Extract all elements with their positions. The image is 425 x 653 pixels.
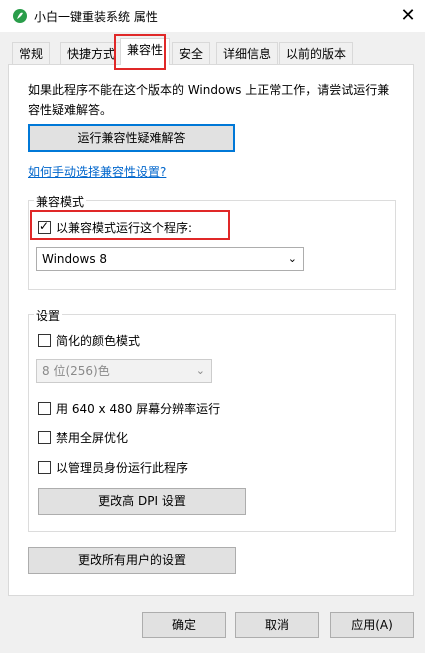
manual-settings-link[interactable]: 如何手动选择兼容性设置? [28,163,166,180]
compat-mode-checkbox[interactable] [38,219,51,234]
run-troubleshooter-button[interactable]: 运行兼容性疑难解答 [28,124,235,152]
reduced-color-label: 简化的颜色模式 [56,334,141,348]
change-dpi-button[interactable]: 更改高 DPI 设置 [38,488,246,515]
info-text: 如果此程序不能在这个版本的 Windows 上正常工作，请尝试运行兼容性疑难解答… [28,83,390,117]
close-button[interactable]: ✕ [396,4,420,28]
tab-label: 常规 [19,47,44,61]
chevron-down-icon: ⌄ [287,252,297,265]
cancel-button[interactable]: 取消 [235,612,319,638]
run-as-admin-label: 以管理员身份运行此程序 [56,461,189,475]
reduced-color-checkbox[interactable] [38,334,51,347]
os-version-value: Windows 8 [42,252,108,266]
tab-label: 快捷方式 [67,47,116,61]
res-640-label: 用 640 x 480 屏幕分辨率运行 [56,402,221,416]
run-as-admin-checkbox[interactable] [38,461,51,474]
all-users-settings-button[interactable]: 更改所有用户的设置 [28,547,236,574]
tab-general[interactable]: 常规 [12,42,51,64]
tab-compatibility[interactable]: 兼容性 [120,38,171,65]
tab-label: 兼容性 [127,43,164,57]
compat-mode-label: 以兼容模式运行这个程序: [56,221,193,235]
apply-button[interactable]: 应用(A) [330,612,414,638]
tab-label: 详细信息 [223,47,272,61]
tab-label: 安全 [179,47,204,61]
tab-label: 以前的版本 [286,47,347,61]
disable-fullscreen-checkbox[interactable] [38,431,51,444]
settings-group-title: 设置 [34,307,63,324]
compat-group-title: 兼容模式 [34,193,87,210]
compat-mode-group [28,200,396,290]
tab-details[interactable]: 详细信息 [216,42,279,64]
ok-button[interactable]: 确定 [142,612,226,638]
tab-security[interactable]: 安全 [172,42,211,64]
title-bar: 小白一键重装系统 属性 ✕ [0,0,425,32]
app-logo-icon [12,8,28,24]
color-depth-select: 8 位(256)色 ⌄ [36,359,212,383]
close-icon: ✕ [400,5,416,26]
chevron-down-icon: ⌄ [195,364,205,377]
color-depth-value: 8 位(256)色 [42,364,110,378]
os-version-select[interactable]: Windows 8 ⌄ [36,247,304,271]
tab-previous-versions[interactable]: 以前的版本 [279,42,354,64]
window-title: 小白一键重装系统 属性 [34,10,158,24]
tab-shortcut[interactable]: 快捷方式 [60,42,123,64]
disable-fullscreen-label: 禁用全屏优化 [56,431,129,445]
res-640-checkbox[interactable] [38,402,51,415]
